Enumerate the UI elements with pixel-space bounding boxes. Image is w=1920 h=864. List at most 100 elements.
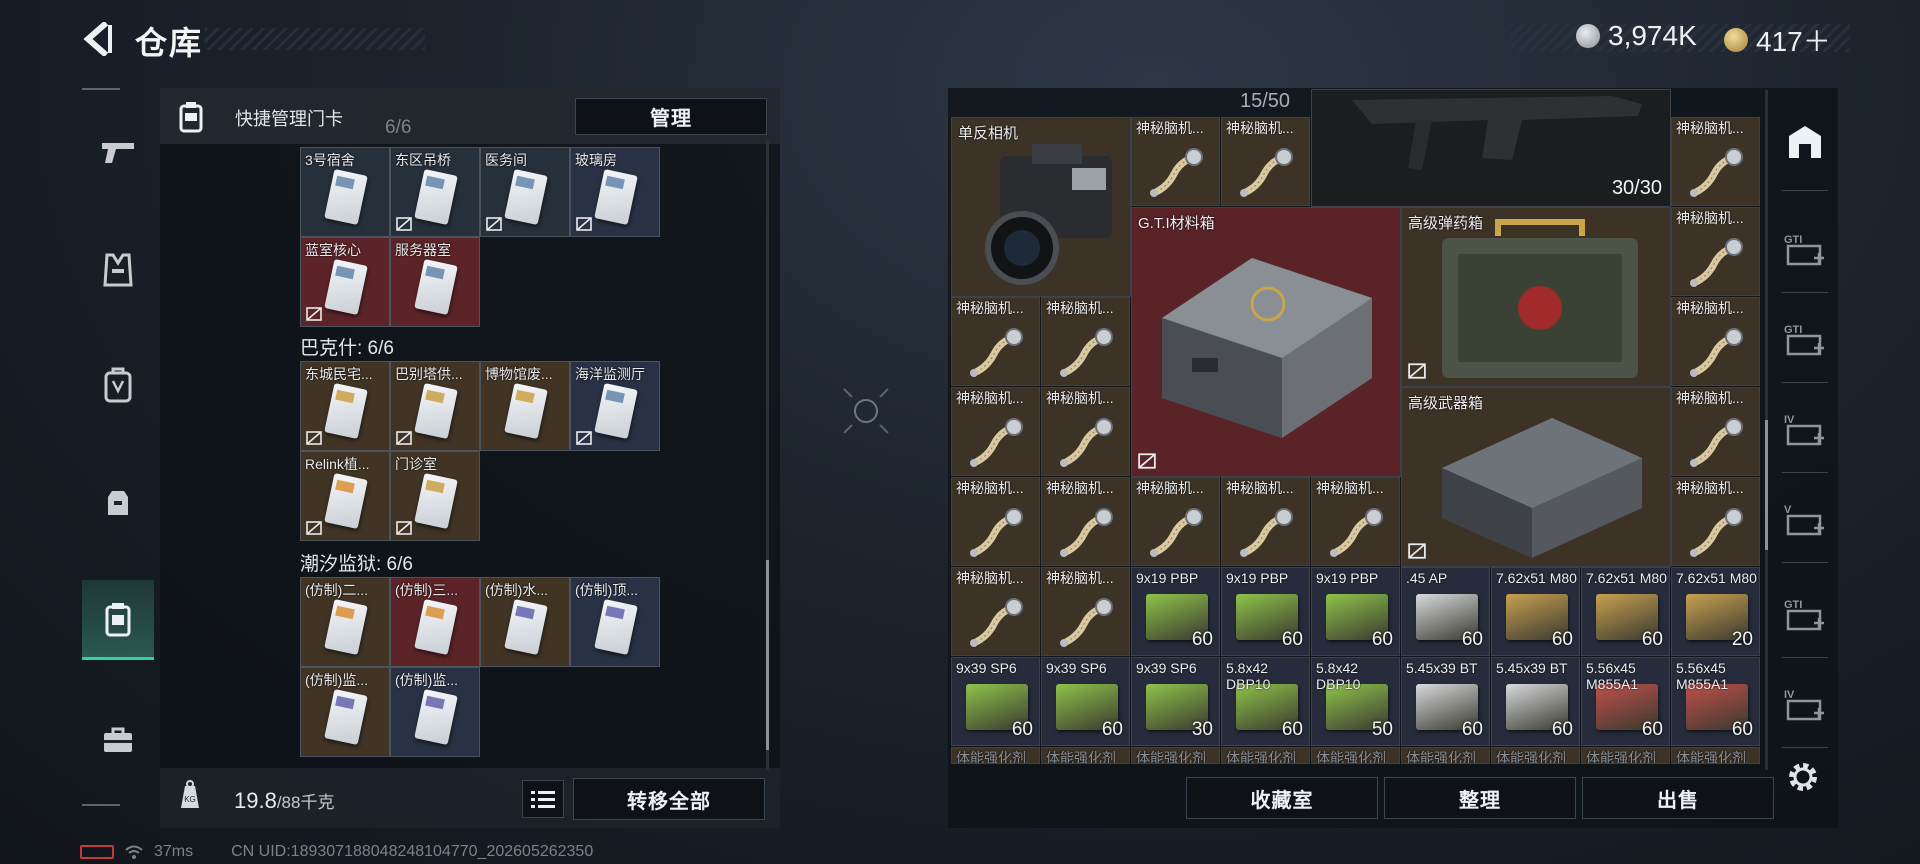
- stimulant-slot[interactable]: 体能强化剂: [1311, 747, 1400, 764]
- brain-chip-slot[interactable]: 神秘脑机...: [1671, 477, 1760, 566]
- ammo-slot[interactable]: 7.62x51 M80 60: [1491, 567, 1580, 656]
- brain-chip-slot[interactable]: 神秘脑机...: [1671, 117, 1760, 206]
- keycard-slot[interactable]: 东城民宅...: [300, 361, 390, 451]
- brain-chip-slot[interactable]: 神秘脑机...: [1041, 477, 1130, 566]
- keycard-slot[interactable]: 玻璃房: [570, 147, 660, 237]
- currency-gold[interactable]: 417＋: [1724, 20, 1831, 60]
- camera-slot[interactable]: 单反相机: [951, 117, 1131, 297]
- storage-tab-home[interactable]: [1774, 102, 1836, 182]
- ammo-slot[interactable]: .45 AP 60: [1401, 567, 1490, 656]
- ammo-count: 60: [1461, 719, 1483, 740]
- back-button[interactable]: [80, 20, 116, 58]
- keycard-slot[interactable]: (仿制)监...: [390, 667, 480, 757]
- weapon-crate-slot[interactable]: 高级武器箱: [1401, 387, 1671, 567]
- currency-silver[interactable]: 3,974K: [1576, 20, 1697, 52]
- inventory-scrollbar[interactable]: [1765, 90, 1768, 770]
- storage-tab-3[interactable]: IV: [1774, 390, 1836, 470]
- keycard-slot[interactable]: 博物馆废...: [480, 361, 570, 451]
- keycard-slot[interactable]: (仿制)监...: [300, 667, 390, 757]
- brain-chip-slot[interactable]: 神秘脑机...: [1041, 387, 1130, 476]
- rifle-slot[interactable]: 30/30: [1311, 89, 1671, 207]
- ammo-slot[interactable]: 5.8x42 DBP10 50: [1311, 657, 1400, 746]
- stimulant-slot[interactable]: 体能强化剂: [1491, 747, 1580, 764]
- brain-chip-slot[interactable]: 神秘脑机...: [951, 477, 1040, 566]
- brain-chip-slot[interactable]: 神秘脑机...: [1221, 117, 1310, 206]
- keycard-slot[interactable]: 海洋监测厅: [570, 361, 660, 451]
- gti-crate-slot[interactable]: G.T.I材料箱: [1131, 207, 1401, 477]
- keycard-slot[interactable]: 服务器室: [390, 237, 480, 327]
- sort-button[interactable]: 整理: [1384, 777, 1576, 819]
- ammo-crate-slot[interactable]: 高级弹药箱: [1401, 207, 1671, 387]
- storage-tab-1[interactable]: GTI: [1774, 210, 1836, 290]
- keycard-slot[interactable]: 东区吊桥: [390, 147, 480, 237]
- ammo-slot[interactable]: 7.62x51 M80 20: [1671, 567, 1760, 656]
- ammo-slot[interactable]: 7.62x51 M80 60: [1581, 567, 1670, 656]
- brain-chip-slot[interactable]: 神秘脑机...: [951, 297, 1040, 386]
- sidebar-item-armor[interactable]: [82, 230, 154, 310]
- stimulant-slot[interactable]: 体能强化剂: [951, 747, 1040, 764]
- brain-chip-slot[interactable]: 神秘脑机...: [1131, 477, 1220, 566]
- keycard-slot[interactable]: (仿制)水...: [480, 577, 570, 667]
- scrollbar-thumb[interactable]: [1765, 420, 1768, 550]
- stimulant-slot[interactable]: 体能强化剂: [1401, 747, 1490, 764]
- brain-chip-slot[interactable]: 神秘脑机...: [1671, 387, 1760, 476]
- ammo-slot[interactable]: 5.45x39 BT 60: [1491, 657, 1580, 746]
- scrollbar-thumb[interactable]: [766, 560, 769, 750]
- stimulant-slot[interactable]: 体能强化剂: [1581, 747, 1670, 764]
- stimulant-slot[interactable]: 体能强化剂: [1131, 747, 1220, 764]
- storage-tab-4[interactable]: V: [1774, 480, 1836, 560]
- keycard-slot[interactable]: 医务间: [480, 147, 570, 237]
- storage-tab-5[interactable]: GTI: [1774, 575, 1836, 655]
- brain-chip-slot[interactable]: 神秘脑机...: [1131, 117, 1220, 206]
- manage-button[interactable]: 管理: [575, 98, 767, 135]
- collection-room-button[interactable]: 收藏室: [1186, 777, 1378, 819]
- storage-tab-6[interactable]: IV: [1774, 665, 1836, 745]
- gear-icon[interactable]: [1786, 760, 1820, 794]
- sidebar-item-pouch[interactable]: [82, 463, 154, 543]
- sidebar-item-backpack[interactable]: [82, 345, 154, 425]
- ammo-slot[interactable]: 9x19 PBP 60: [1131, 567, 1220, 656]
- no-trade-icon: [396, 431, 412, 445]
- keycard-slot[interactable]: 巴别塔供...: [390, 361, 480, 451]
- item-name: 高级武器箱: [1408, 395, 1484, 412]
- keycard-scrollbar[interactable]: [766, 140, 769, 770]
- brain-chip-slot[interactable]: 神秘脑机...: [951, 387, 1040, 476]
- storage-tab-2[interactable]: GTI: [1774, 300, 1836, 380]
- keycard-slot[interactable]: (仿制)二...: [300, 577, 390, 667]
- stimulant-slot[interactable]: 体能强化剂: [1221, 747, 1310, 764]
- stimulant-slot[interactable]: 体能强化剂: [1671, 747, 1760, 764]
- brain-chip-slot[interactable]: 神秘脑机...: [1041, 567, 1130, 656]
- keycard-slot[interactable]: Relink植...: [300, 451, 390, 541]
- brain-chip-slot[interactable]: 神秘脑机...: [1311, 477, 1400, 566]
- ammo-slot[interactable]: 9x39 SP6 60: [951, 657, 1040, 746]
- keycard-slot[interactable]: 门诊室: [390, 451, 480, 541]
- ammo-slot[interactable]: 9x39 SP6 60: [1041, 657, 1130, 746]
- sell-button[interactable]: 出售: [1582, 777, 1774, 819]
- ammo-slot[interactable]: 5.45x39 BT 60: [1401, 657, 1490, 746]
- ammo-slot[interactable]: 9x19 PBP 60: [1311, 567, 1400, 656]
- stimulant-slot[interactable]: 体能强化剂: [1041, 747, 1130, 764]
- ammo-count: 30: [1191, 719, 1213, 740]
- keycard-slot[interactable]: (仿制)顶...: [570, 577, 660, 667]
- brain-chip-slot[interactable]: 神秘脑机...: [951, 567, 1040, 656]
- keycard-slot[interactable]: 3号宿舍: [300, 147, 390, 237]
- keycard-slot[interactable]: (仿制)三...: [390, 577, 480, 667]
- ammo-slot[interactable]: 5.8x42 DBP10 60: [1221, 657, 1310, 746]
- ammo-slot[interactable]: 9x39 SP6 30: [1131, 657, 1220, 746]
- sidebar-item-case[interactable]: [82, 700, 154, 780]
- keycard-name: 玻璃房: [575, 152, 617, 168]
- brain-chip-slot[interactable]: 神秘脑机...: [1671, 297, 1760, 386]
- transfer-all-button[interactable]: 转移全部: [573, 778, 765, 820]
- ammo-slot[interactable]: 5.56x45 M855A1 60: [1671, 657, 1760, 746]
- brain-chip-slot[interactable]: 神秘脑机...: [1041, 297, 1130, 386]
- ammo-slot[interactable]: 9x19 PBP 60: [1221, 567, 1310, 656]
- ammo-slot[interactable]: 5.56x45 M855A1 60: [1581, 657, 1670, 746]
- sidebar-item-keycards[interactable]: [82, 580, 154, 660]
- brain-chip-slot[interactable]: 神秘脑机...: [1221, 477, 1310, 566]
- list-view-button[interactable]: [522, 780, 564, 818]
- brain-chip-slot[interactable]: 神秘脑机...: [1671, 207, 1760, 296]
- keycard-slot[interactable]: 蓝室核心: [300, 237, 390, 327]
- item-count: 30/30: [1611, 177, 1662, 199]
- keycard-name: Relink植...: [305, 456, 370, 472]
- sidebar-item-weapons[interactable]: [82, 112, 154, 192]
